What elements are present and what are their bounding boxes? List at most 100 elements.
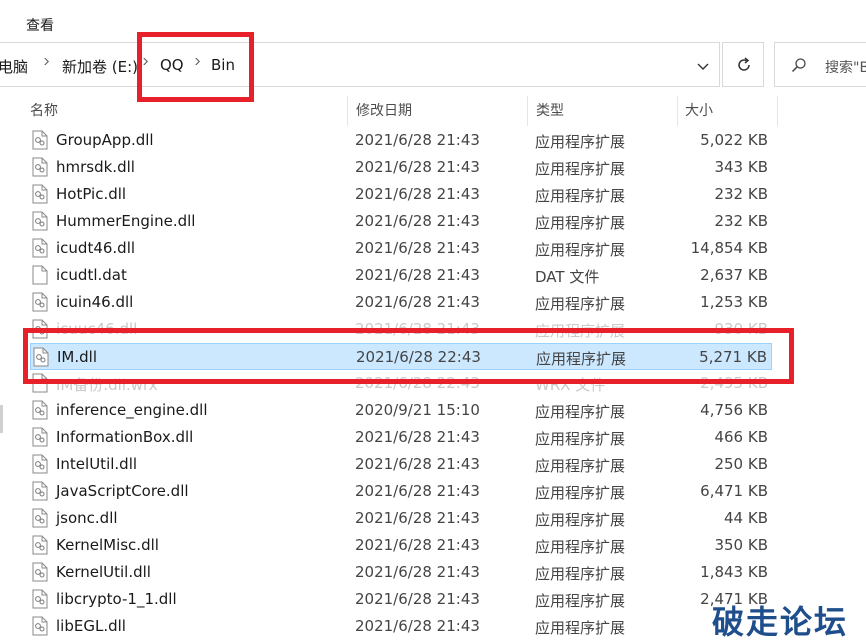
file-size: 14,854 KB	[690, 239, 768, 257]
column-type[interactable]: 类型	[536, 96, 564, 126]
file-size: 1,253 KB	[700, 293, 768, 311]
file-row[interactable]: IM备份.dll.wrx 2021/6/28 22:43 WRX 文件 2,495 K…	[30, 370, 772, 397]
chevron-right-icon[interactable]	[194, 58, 201, 65]
file-date: 2021/6/28 21:43	[355, 428, 480, 446]
file-size: 250 KB	[714, 455, 768, 473]
file-date: 2021/6/28 21:43	[355, 563, 480, 581]
column-date[interactable]: 修改日期	[356, 96, 412, 126]
file-row[interactable]: hmrsdk.dll 2021/6/28 21:43 应用程序扩展 343 KB	[30, 154, 772, 181]
file-row[interactable]: KernelUtil.dll 2021/6/28 21:43 应用程序扩展 1,843…	[30, 559, 772, 586]
file-name: KernelMisc.dll	[56, 536, 159, 554]
file-type: 应用程序扩展	[535, 241, 626, 259]
file-name: HummerEngine.dll	[56, 212, 196, 230]
file-size: 5,271 KB	[699, 348, 767, 366]
file-row[interactable]: IM.dll 2021/6/28 22:43 应用程序扩展 5,271 KB	[30, 343, 772, 370]
dll-file-icon	[32, 238, 48, 258]
column-divider[interactable]	[527, 96, 528, 126]
file-row[interactable]: InformationBox.dll 2021/6/28 21:43 应用程序扩展 4…	[30, 424, 772, 451]
file-row[interactable]: HummerEngine.dll 2021/6/28 21:43 应用程序扩展 232…	[30, 208, 772, 235]
file-date: 2021/6/28 21:43	[355, 455, 480, 473]
view-tab[interactable]: 查看	[26, 15, 54, 35]
file-date: 2021/6/28 21:43	[355, 266, 480, 284]
file-row[interactable]: icudt46.dll 2021/6/28 21:43 应用程序扩展 14,854 K…	[30, 235, 772, 262]
file-type: 应用程序扩展	[535, 133, 626, 151]
column-divider[interactable]	[677, 96, 678, 126]
crumb-qq[interactable]: QQ	[160, 56, 184, 74]
file-name: HotPic.dll	[56, 185, 127, 203]
file-row[interactable]: KernelMisc.dll 2021/6/28 21:43 应用程序扩展 350 K…	[30, 532, 772, 559]
file-row[interactable]: icuin46.dll 2021/6/28 21:43 应用程序扩展 1,253 KB	[30, 289, 772, 316]
file-row[interactable]: libEGL.dll 2021/6/28 21:43 应用程序扩展	[30, 613, 772, 640]
file-type: DAT 文件	[535, 268, 600, 286]
file-name: libEGL.dll	[56, 617, 126, 635]
file-size: 6,471 KB	[700, 482, 768, 500]
dll-file-icon	[32, 562, 48, 582]
file-type: 应用程序扩展	[535, 322, 626, 340]
ribbon: 查看	[0, 0, 866, 42]
file-date: 2021/6/28 21:43	[355, 293, 480, 311]
file-row[interactable]: GroupApp.dll 2021/6/28 21:43 应用程序扩展 5,022 K…	[30, 127, 772, 154]
file-date: 2021/6/28 22:43	[356, 348, 481, 366]
file-type: 应用程序扩展	[535, 214, 626, 232]
address-row: 此电脑 新加卷 (E:) QQ Bin 搜索"Bin"	[0, 42, 866, 92]
dll-file-icon	[32, 427, 48, 447]
dll-file-icon	[32, 184, 48, 204]
file-row[interactable]: icudtl.dat 2021/6/28 21:43 DAT 文件 2,637 KB	[30, 262, 772, 289]
file-type: 应用程序扩展	[535, 592, 626, 610]
file-date: 2021/6/28 21:43	[355, 158, 480, 176]
chevron-down-icon[interactable]	[694, 57, 712, 75]
file-name: icudt46.dll	[56, 239, 136, 257]
column-header: 名称 修改日期 类型 大小	[0, 96, 866, 126]
address-bar[interactable]: 此电脑 新加卷 (E:) QQ Bin	[0, 42, 720, 87]
column-divider[interactable]	[347, 96, 348, 126]
file-row[interactable]: JavaScriptCore.dll 2021/6/28 21:43 应用程序扩展 6…	[30, 478, 772, 505]
generic-file-icon	[32, 265, 48, 285]
dll-file-icon	[32, 454, 48, 474]
crumb-bin[interactable]: Bin	[211, 56, 235, 74]
column-divider[interactable]	[777, 96, 778, 126]
file-size: 44 KB	[724, 509, 768, 527]
file-type: 应用程序扩展	[535, 484, 626, 502]
file-size: 350 KB	[714, 536, 768, 554]
file-name: icuuc46.dll	[56, 320, 138, 338]
file-row[interactable]: icuuc46.dll 2021/6/28 21:43 应用程序扩展 930 KB	[30, 316, 772, 343]
file-type: 应用程序扩展	[535, 565, 626, 583]
search-icon	[791, 58, 806, 73]
file-row[interactable]: IntelUtil.dll 2021/6/28 21:43 应用程序扩展 250 KB	[30, 451, 772, 478]
file-size: 2,637 KB	[700, 266, 768, 284]
file-type: 应用程序扩展	[535, 160, 626, 178]
dll-file-icon	[32, 130, 48, 150]
file-row[interactable]: inference_engine.dll 2020/9/21 15:10 应用程序扩…	[30, 397, 772, 424]
chevron-right-icon[interactable]	[43, 58, 50, 65]
file-size: 466 KB	[714, 428, 768, 446]
refresh-button[interactable]	[722, 42, 764, 87]
file-date: 2021/6/28 21:43	[355, 239, 480, 257]
crumb-drive-e[interactable]: 新加卷 (E:)	[62, 56, 138, 77]
file-size: 4,756 KB	[700, 401, 768, 419]
file-name: icudtl.dat	[56, 266, 127, 284]
scroll-indicator	[0, 405, 3, 433]
file-type: 应用程序扩展	[535, 457, 626, 475]
dll-file-icon	[32, 400, 48, 420]
file-type: 应用程序扩展	[536, 350, 627, 368]
column-name[interactable]: 名称	[30, 96, 58, 126]
dll-file-icon	[32, 211, 48, 231]
file-date: 2021/6/28 21:43	[355, 509, 480, 527]
file-row[interactable]: jsonc.dll 2021/6/28 21:43 应用程序扩展 44 KB	[30, 505, 772, 532]
file-date: 2021/6/28 22:43	[355, 374, 480, 392]
file-row[interactable]: libcrypto-1_1.dll 2021/6/28 21:43 应用程序扩展 2,…	[30, 586, 772, 613]
search-input[interactable]: 搜索"Bin"	[774, 42, 866, 87]
chevron-right-icon[interactable]	[142, 58, 149, 65]
file-size: 5,022 KB	[700, 131, 768, 149]
file-date: 2021/6/28 21:43	[355, 617, 480, 635]
dll-file-icon	[32, 589, 48, 609]
file-name: jsonc.dll	[56, 509, 118, 527]
column-size[interactable]: 大小	[685, 96, 713, 126]
file-type: 应用程序扩展	[535, 619, 626, 637]
file-row[interactable]: HotPic.dll 2021/6/28 21:43 应用程序扩展 232 KB	[30, 181, 772, 208]
crumb-this-pc[interactable]: 此电脑	[0, 56, 28, 77]
file-date: 2021/6/28 21:43	[355, 131, 480, 149]
file-type: 应用程序扩展	[535, 295, 626, 313]
file-name: icuin46.dll	[56, 293, 134, 311]
file-date: 2021/6/28 21:43	[355, 482, 480, 500]
